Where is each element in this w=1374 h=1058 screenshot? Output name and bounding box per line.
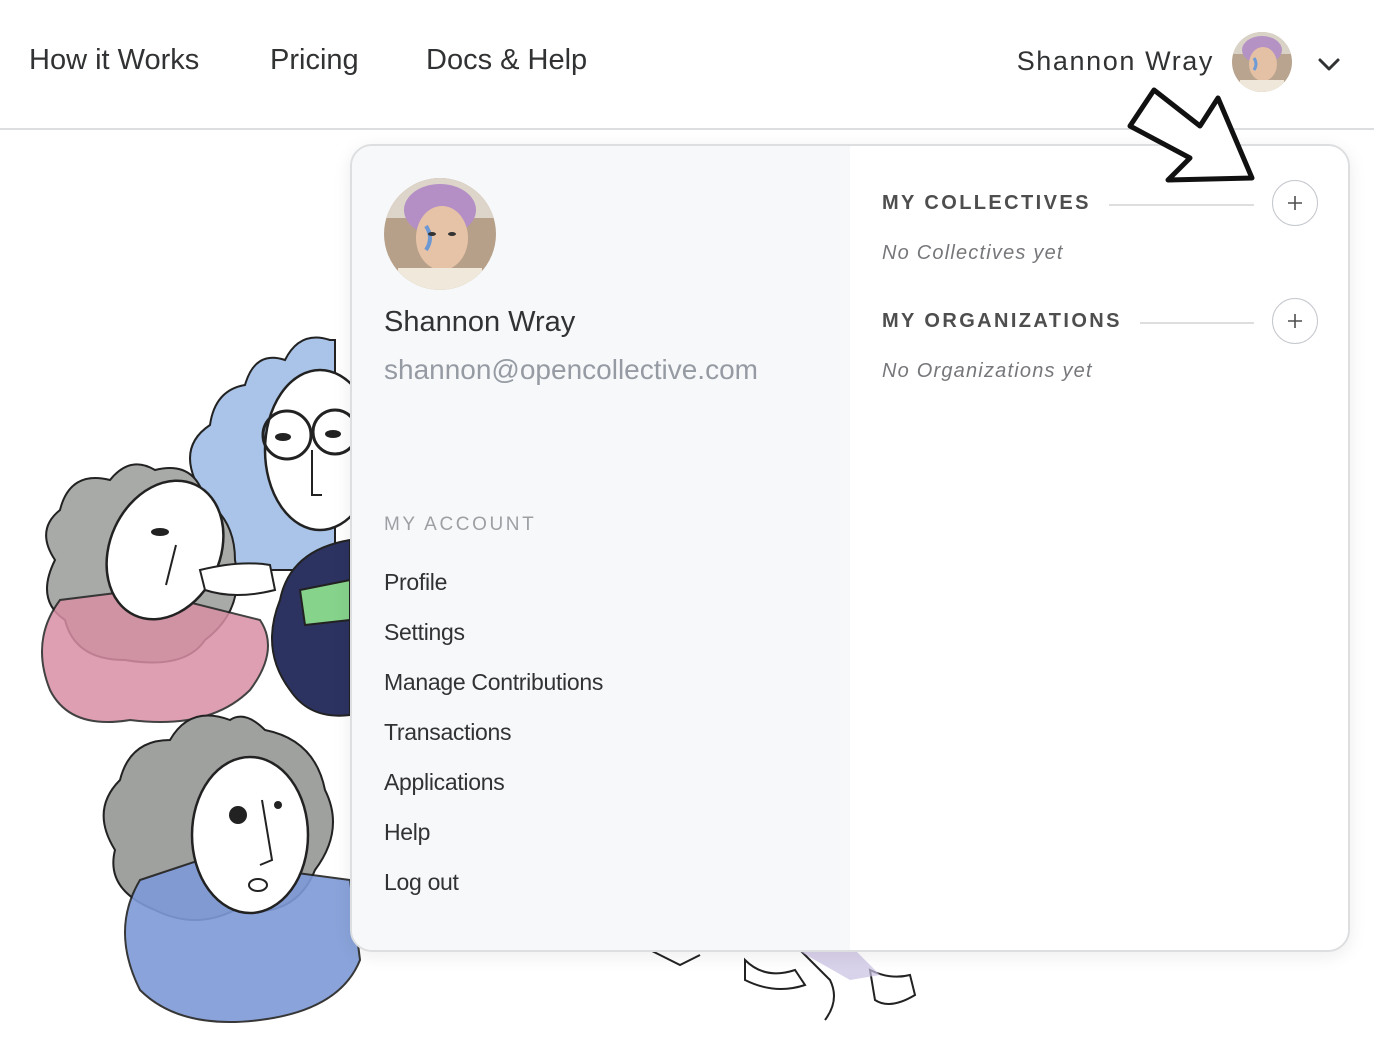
plus-icon [1288, 196, 1302, 210]
profile-email: shannon@opencollective.com [384, 354, 758, 385]
my-account-heading: MY ACCOUNT [384, 514, 537, 535]
menu-item-transactions[interactable]: Transactions [384, 714, 603, 764]
memberships-pane: MY COLLECTIVES No Collectives yet MY ORG… [850, 146, 1348, 950]
account-menu-list: Profile Settings Manage Contributions Tr… [384, 564, 603, 914]
arrow-annotation-icon [1127, 87, 1255, 183]
menu-item-settings[interactable]: Settings [384, 614, 603, 664]
nav-link-how-it-works[interactable]: How it Works [29, 44, 199, 77]
nav-avatar[interactable] [1232, 32, 1292, 92]
menu-item-profile[interactable]: Profile [384, 564, 603, 614]
menu-item-help[interactable]: Help [384, 814, 603, 864]
plus-icon [1288, 314, 1302, 328]
organizations-divider [1132, 322, 1254, 324]
collectives-divider [1102, 204, 1254, 206]
profile-avatar [384, 178, 496, 290]
profile-name: Shannon Wray [384, 306, 576, 338]
my-organizations-header: MY ORGANIZATIONS [882, 298, 1318, 346]
my-collectives-title: MY COLLECTIVES [882, 192, 1109, 215]
menu-item-manage-contributions[interactable]: Manage Contributions [384, 664, 603, 714]
menu-item-applications[interactable]: Applications [384, 764, 603, 814]
nav-link-pricing[interactable]: Pricing [270, 44, 359, 77]
add-collective-button[interactable] [1272, 180, 1318, 226]
nav-user-name[interactable]: Shannon Wray [1017, 46, 1214, 77]
chevron-down-icon[interactable] [1316, 52, 1342, 78]
my-organizations-title: MY ORGANIZATIONS [882, 310, 1140, 333]
no-collectives-text: No Collectives yet [882, 242, 1064, 264]
menu-item-log-out[interactable]: Log out [384, 864, 603, 914]
profile-dropdown-menu: Shannon Wray shannon@opencollective.com … [350, 144, 1350, 952]
no-organizations-text: No Organizations yet [882, 360, 1093, 382]
add-organization-button[interactable] [1272, 298, 1318, 344]
account-pane: Shannon Wray shannon@opencollective.com … [352, 146, 850, 950]
nav-link-docs-help[interactable]: Docs & Help [426, 44, 587, 77]
